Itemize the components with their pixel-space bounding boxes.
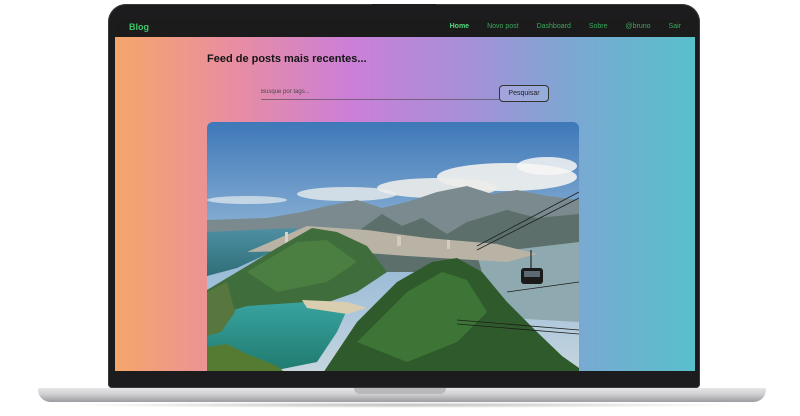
brand-logo[interactable]: Blog — [129, 22, 149, 32]
nav-link-about[interactable]: Sobre — [589, 23, 608, 30]
nav-link-new-post[interactable]: Novo post — [487, 23, 519, 30]
screen: Blog Home Novo post Dashboard Sobre @bru… — [115, 19, 695, 371]
page-title: Feed de posts mais recentes... — [207, 53, 367, 65]
laptop-shadow — [60, 402, 744, 408]
nav-link-home[interactable]: Home — [450, 23, 469, 30]
nav-link-dashboard[interactable]: Dashboard — [537, 23, 571, 30]
camera-notch — [372, 4, 436, 18]
laptop-hinge — [354, 388, 446, 394]
nav-link-profile[interactable]: @bruno — [626, 23, 651, 30]
search-input[interactable] — [261, 85, 499, 100]
post-image[interactable] — [207, 122, 579, 371]
search-button[interactable]: Pesquisar — [499, 85, 549, 102]
nav-link-logout[interactable]: Sair — [669, 23, 681, 30]
nav-links: Home Novo post Dashboard Sobre @bruno Sa… — [450, 23, 681, 30]
navbar: Blog Home Novo post Dashboard Sobre @bru… — [115, 19, 695, 37]
